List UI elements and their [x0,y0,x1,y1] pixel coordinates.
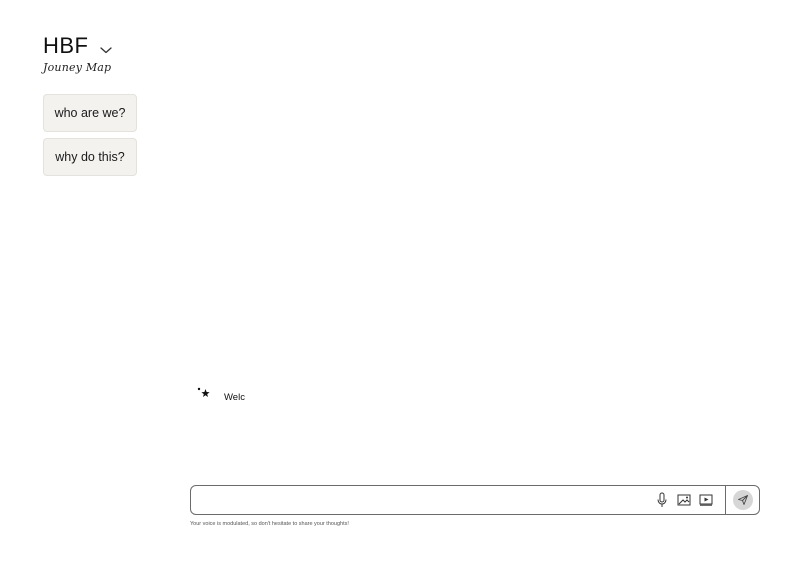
brand-title: HBF [43,33,89,58]
send-area [726,486,759,514]
chevron-down-icon[interactable] [99,42,113,54]
prompt-who-are-we-button[interactable]: who are we? [43,94,137,132]
app-page: HBF Jouney Map who are we? why do this? … [0,0,805,573]
brand-subtitle: Jouney Map [43,61,112,74]
microphone-icon[interactable] [651,489,673,511]
send-button[interactable] [732,490,753,510]
quick-prompts: who are we? why do this? [43,94,137,176]
assistant-message: Welc [196,386,245,403]
project-switcher[interactable]: HBF [43,33,113,59]
brand: HBF Jouney Map [43,33,113,74]
composer-tools [651,486,721,514]
chat-input[interactable] [191,486,651,514]
composer-hint: Your voice is modulated, so don't hesita… [190,521,349,527]
send-icon [737,495,748,505]
message-text: Welc [224,392,245,403]
chat-composer [190,485,760,515]
prompt-why-do-this-button[interactable]: why do this? [43,138,137,176]
video-icon[interactable] [695,489,717,511]
image-icon[interactable] [673,489,695,511]
sparkle-icon [196,386,212,400]
